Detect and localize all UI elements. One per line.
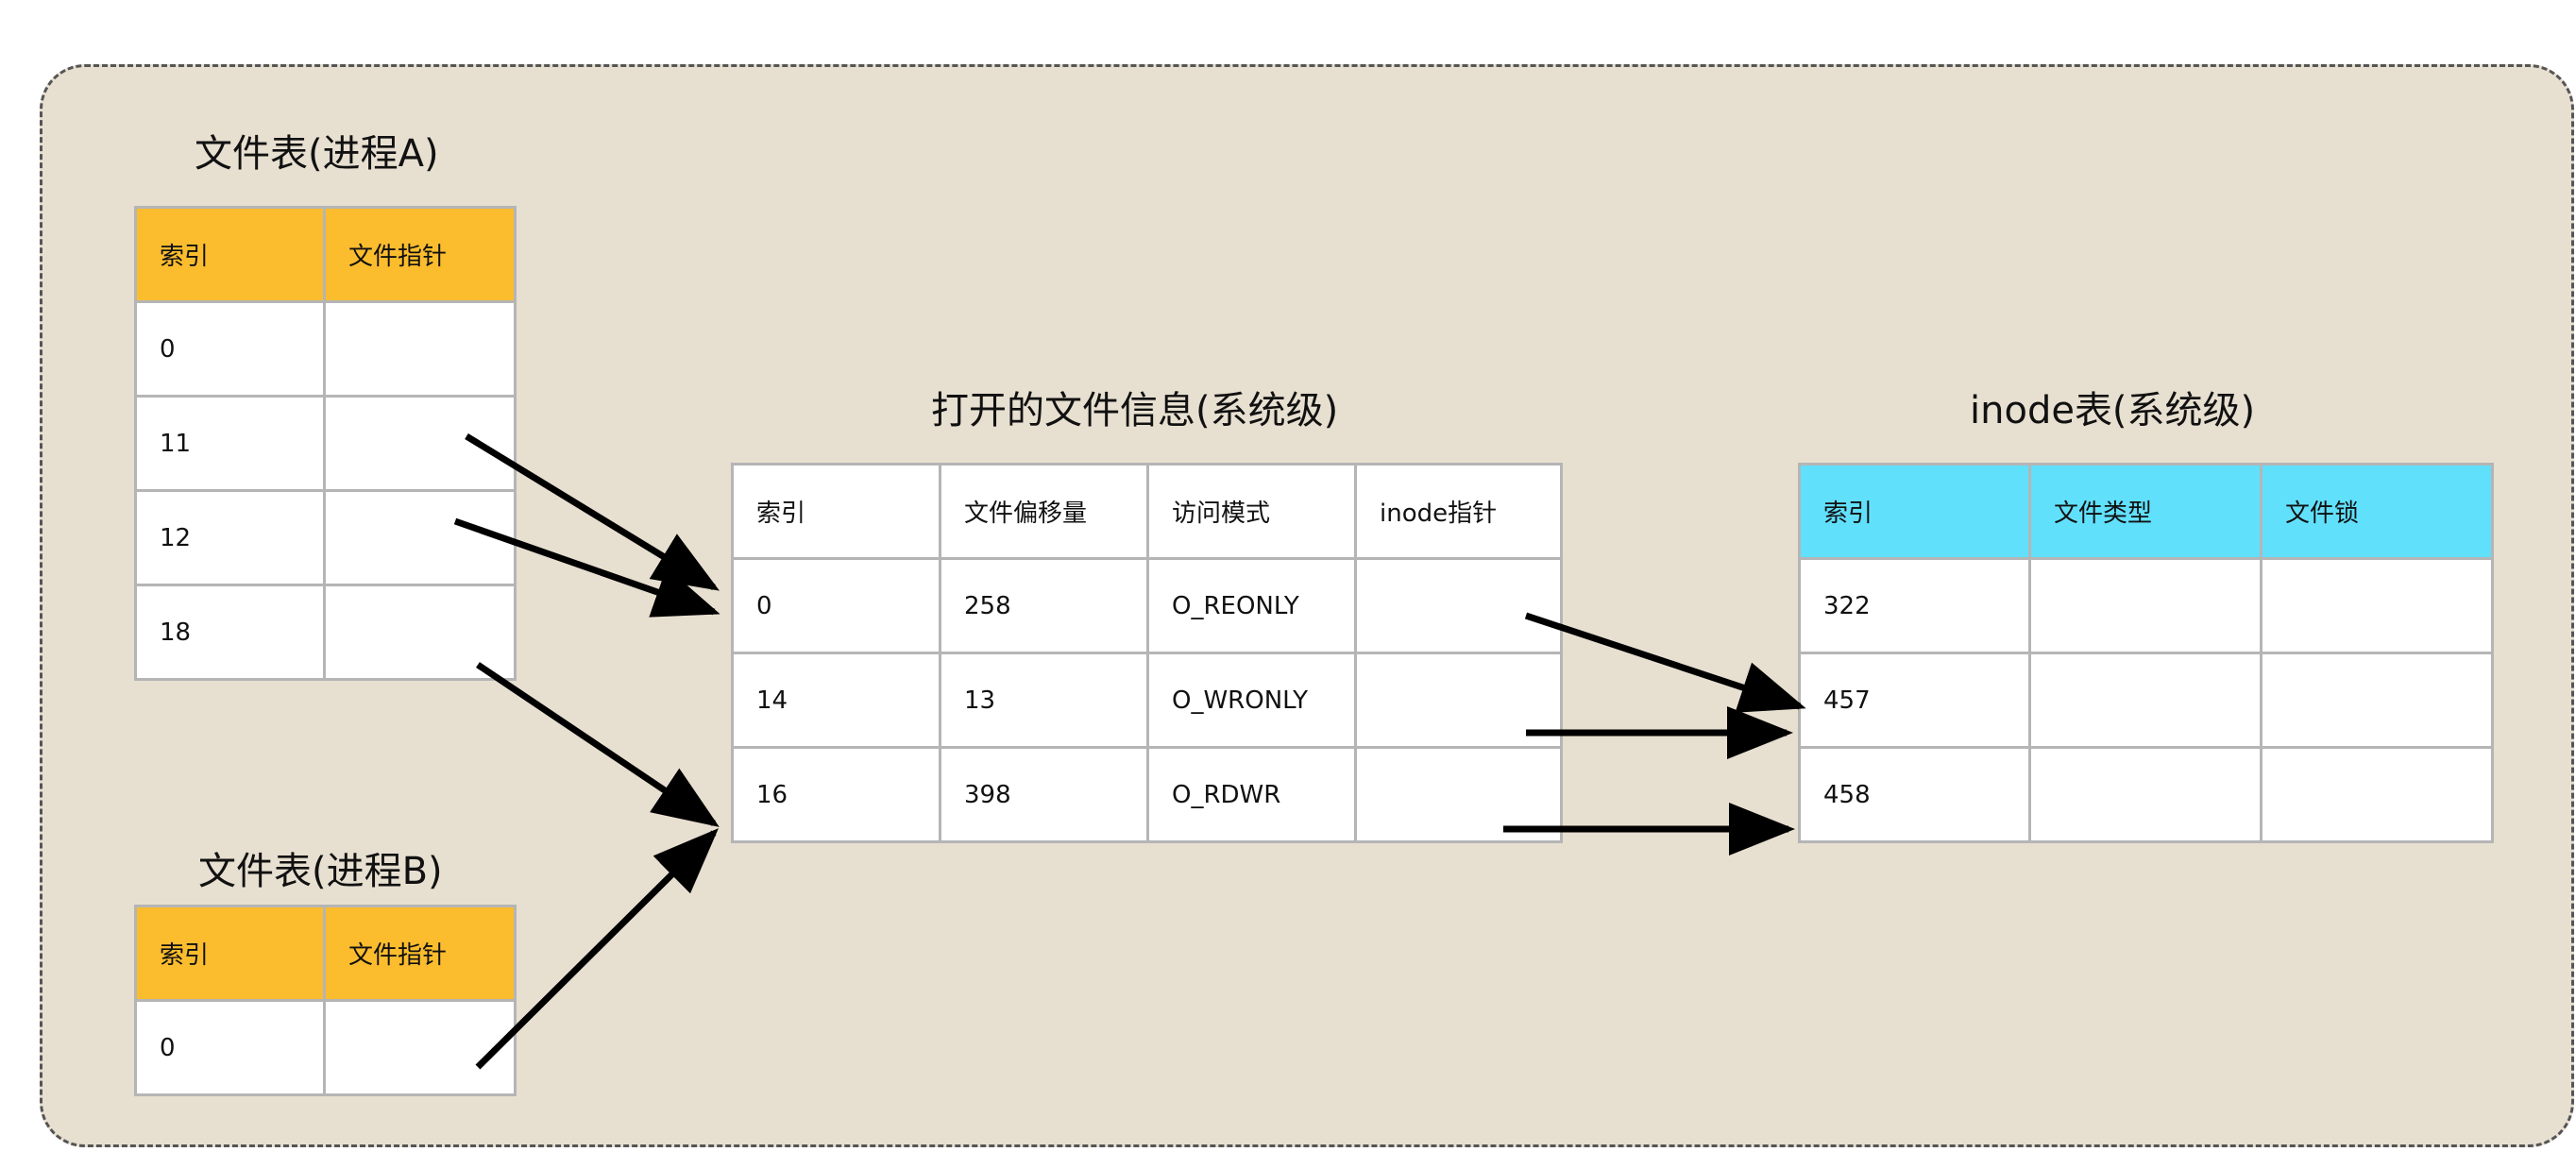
arrow-open0-to-inode457: [1524, 612, 1806, 713]
arrows-layer: [453, 433, 1806, 1070]
arrow-a18-to-open16: [476, 662, 720, 827]
arrow-b0-to-open16: [475, 828, 719, 1070]
arrow-a11-to-open0: [465, 433, 720, 591]
